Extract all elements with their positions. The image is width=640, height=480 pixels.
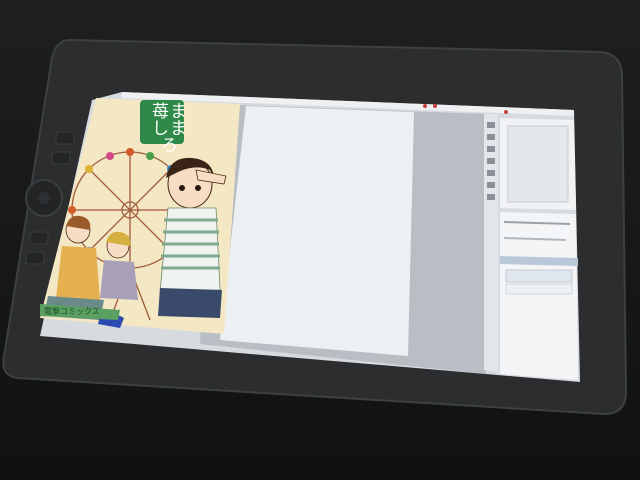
cover-publisher: 電撃コミックス <box>44 307 100 316</box>
tool-strip <box>484 114 498 372</box>
layer-panel <box>500 212 578 380</box>
cover-title-logo: 苺ましまろ <box>152 102 188 156</box>
tablet-scene <box>2 38 628 416</box>
layer-row <box>505 269 573 283</box>
layer-row <box>505 283 573 295</box>
express-key <box>25 251 45 265</box>
express-key <box>29 231 49 245</box>
navigator-preview <box>507 125 569 203</box>
express-key <box>55 131 75 145</box>
girl-illustration <box>158 157 227 318</box>
canvas-page <box>220 106 414 356</box>
express-key <box>51 151 71 165</box>
